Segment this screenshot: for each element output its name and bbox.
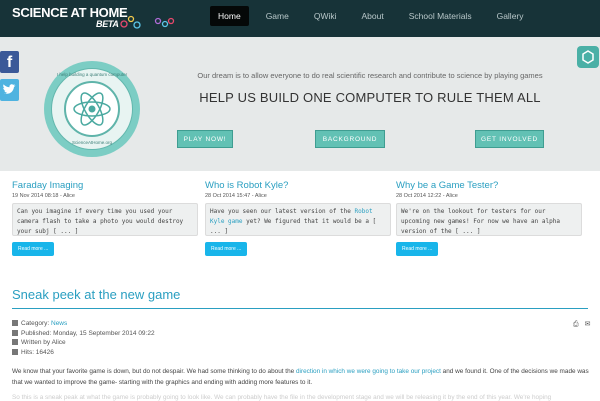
nav-school-materials[interactable]: School Materials <box>401 6 480 26</box>
logo-beta: BETA <box>96 19 119 29</box>
logo-molecule-icon <box>120 15 175 29</box>
article-title[interactable]: Who is Robot Kyle? <box>205 180 391 191</box>
read-more-button[interactable]: Read more ... <box>12 242 55 256</box>
read-more-button[interactable]: Read more ... <box>396 242 439 256</box>
post-category: Category: News <box>12 320 67 327</box>
article-date: 19 Nov 2014 08:18 - Alice <box>12 193 75 199</box>
article-card: Why be a Game Tester? 28 Oct 2014 12:22 … <box>396 180 582 256</box>
hexagon-icon <box>582 50 594 64</box>
hero-title: HELP US BUILD ONE COMPUTER TO RULE THEM … <box>199 90 541 105</box>
hero-tagline: Our dream is to allow everyone to do rea… <box>197 71 543 80</box>
play-now-button[interactable]: PLAY NOW! <box>177 130 233 148</box>
post-body: We know that your favorite game is down,… <box>12 368 589 386</box>
read-more-button[interactable]: Read more ... <box>205 242 248 256</box>
twitter-icon[interactable] <box>0 79 19 101</box>
main-nav: Home Game QWiki About School Materials G… <box>210 6 541 26</box>
top-navbar: SCIENCE AT HOME BETA Home Game QWiki Abo… <box>0 0 600 37</box>
folder-icon <box>12 320 18 326</box>
article-title[interactable]: Why be a Game Tester? <box>396 180 582 191</box>
email-icon[interactable]: ✉ <box>585 321 591 328</box>
post-author: Written by Alice <box>12 339 66 346</box>
eye-icon <box>12 349 18 355</box>
category-link[interactable]: News <box>51 320 67 327</box>
article-date: 28 Oct 2014 12:22 - Alice <box>396 193 458 199</box>
nav-about[interactable]: About <box>354 6 392 26</box>
logo-text: SCIENCE AT HOME <box>12 5 128 20</box>
hexagon-menu-button[interactable] <box>577 46 599 68</box>
badge-text-top: I help building a quantum computer <box>56 72 128 77</box>
background-button[interactable]: BACKGROUND <box>315 130 385 148</box>
facebook-icon[interactable]: f <box>0 51 19 73</box>
post-tools: ⎙ ✉ <box>567 320 590 329</box>
direction-link[interactable]: direction in which we were going to take… <box>296 368 441 375</box>
site-logo[interactable]: SCIENCE AT HOME BETA <box>12 5 128 29</box>
get-involved-button[interactable]: GET INVOLVED <box>475 130 544 148</box>
post-title[interactable]: Sneak peek at the new game <box>12 287 180 302</box>
article-title[interactable]: Faraday Imaging <box>12 180 198 191</box>
post-published: Published: Monday, 15 September 2014 09:… <box>12 330 155 337</box>
nav-home[interactable]: Home <box>210 6 249 26</box>
nav-game[interactable]: Game <box>258 6 297 26</box>
article-excerpt: Have you seen our latest version of the … <box>205 203 391 236</box>
divider <box>12 308 588 309</box>
nav-gallery[interactable]: Gallery <box>489 6 532 26</box>
article-card: Who is Robot Kyle? 28 Oct 2014 15:47 - A… <box>205 180 391 256</box>
calendar-icon <box>12 330 18 336</box>
article-card: Faraday Imaging 19 Nov 2014 08:18 - Alic… <box>12 180 198 256</box>
article-excerpt: We're on the lookout for testers for our… <box>396 203 582 236</box>
print-icon[interactable]: ⎙ <box>573 321 579 328</box>
badge-text-bottom: ScienceAtHome.org <box>71 140 113 145</box>
article-date: 28 Oct 2014 15:47 - Alice <box>205 193 267 199</box>
nav-qwiki[interactable]: QWiki <box>306 6 345 26</box>
atom-icon <box>73 92 111 126</box>
article-excerpt: Can you imagine if every time you used y… <box>12 203 198 236</box>
pencil-icon <box>12 339 18 345</box>
post-hits: Hits: 16426 <box>12 349 54 356</box>
